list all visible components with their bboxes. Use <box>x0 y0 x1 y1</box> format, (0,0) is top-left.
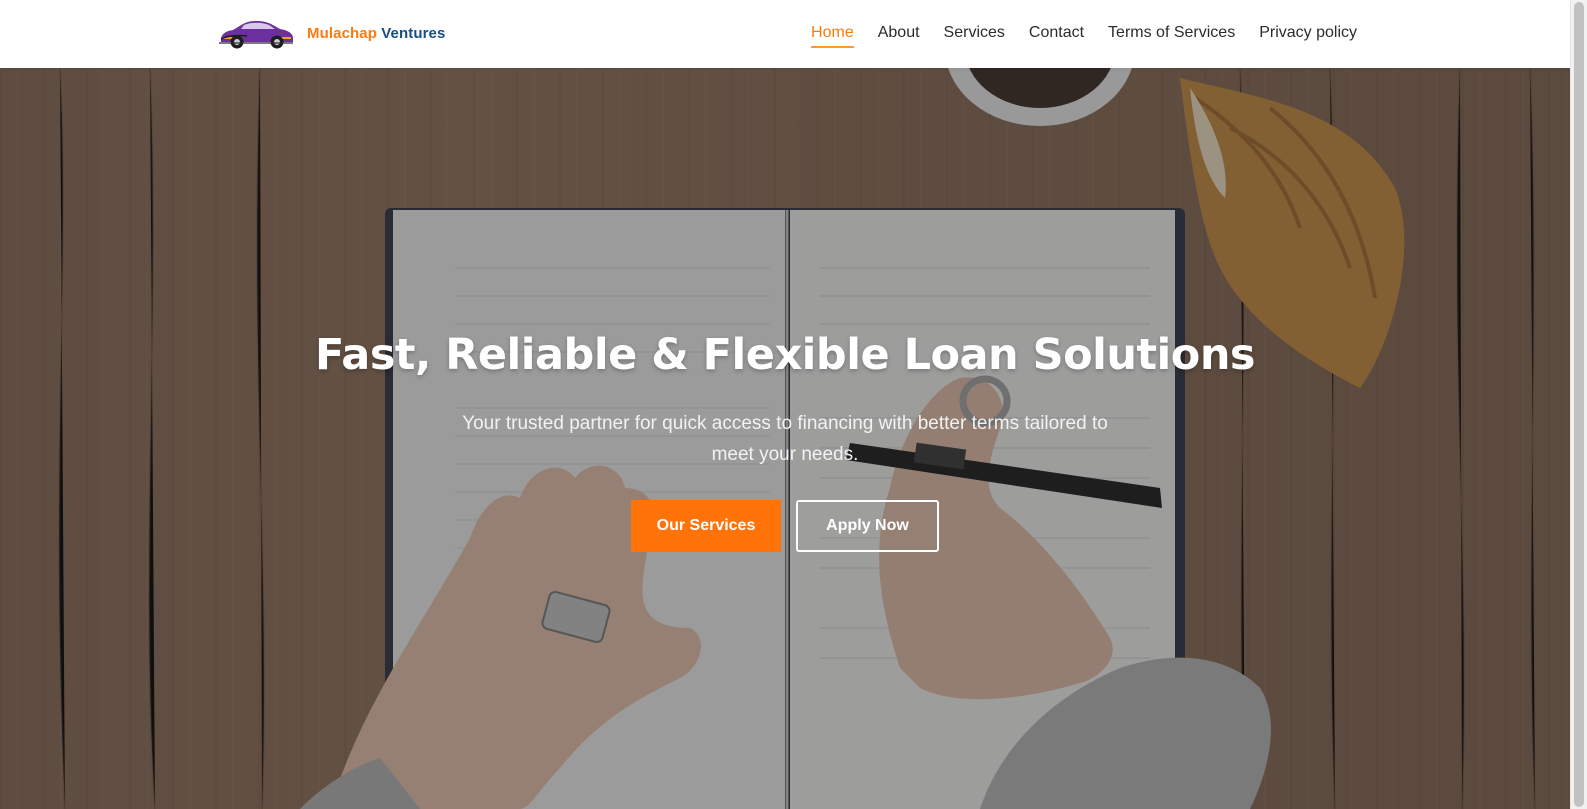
nav-home[interactable]: Home <box>811 24 854 48</box>
page: Mulachap Ventures Home About Services Co… <box>0 0 1570 809</box>
navbar: Mulachap Ventures Home About Services Co… <box>0 0 1570 68</box>
brand[interactable]: Mulachap Ventures <box>217 16 445 50</box>
hero-subtitle: Your trusted partner for quick access to… <box>462 413 1108 465</box>
hero-title: Fast, Reliable & Flexible Loan Solutions <box>314 330 1256 380</box>
hero-cta-row: Our Services Apply Now <box>0 500 1570 552</box>
brand-name: Mulachap Ventures <box>307 25 445 42</box>
nav-services[interactable]: Services <box>944 24 1005 48</box>
nav-contact[interactable]: Contact <box>1029 24 1084 48</box>
hero-content: Fast, Reliable & Flexible Loan Solutions… <box>0 330 1570 552</box>
main-nav: Home About Services Contact Terms of Ser… <box>811 24 1357 48</box>
car-logo-icon <box>219 21 293 49</box>
our-services-button[interactable]: Our Services <box>631 500 781 552</box>
nav-privacy[interactable]: Privacy policy <box>1259 24 1357 48</box>
apply-now-button[interactable]: Apply Now <box>796 500 939 552</box>
nav-about[interactable]: About <box>878 24 920 48</box>
brand-name-part2: Ventures <box>381 24 446 42</box>
vertical-scrollbar[interactable] <box>1570 0 1587 809</box>
brand-name-part1: Mulachap <box>307 24 377 42</box>
nav-terms[interactable]: Terms of Services <box>1108 24 1235 48</box>
scrollbar-thumb[interactable] <box>1574 2 1584 807</box>
hero-section: Fast, Reliable & Flexible Loan Solutions… <box>0 68 1570 809</box>
